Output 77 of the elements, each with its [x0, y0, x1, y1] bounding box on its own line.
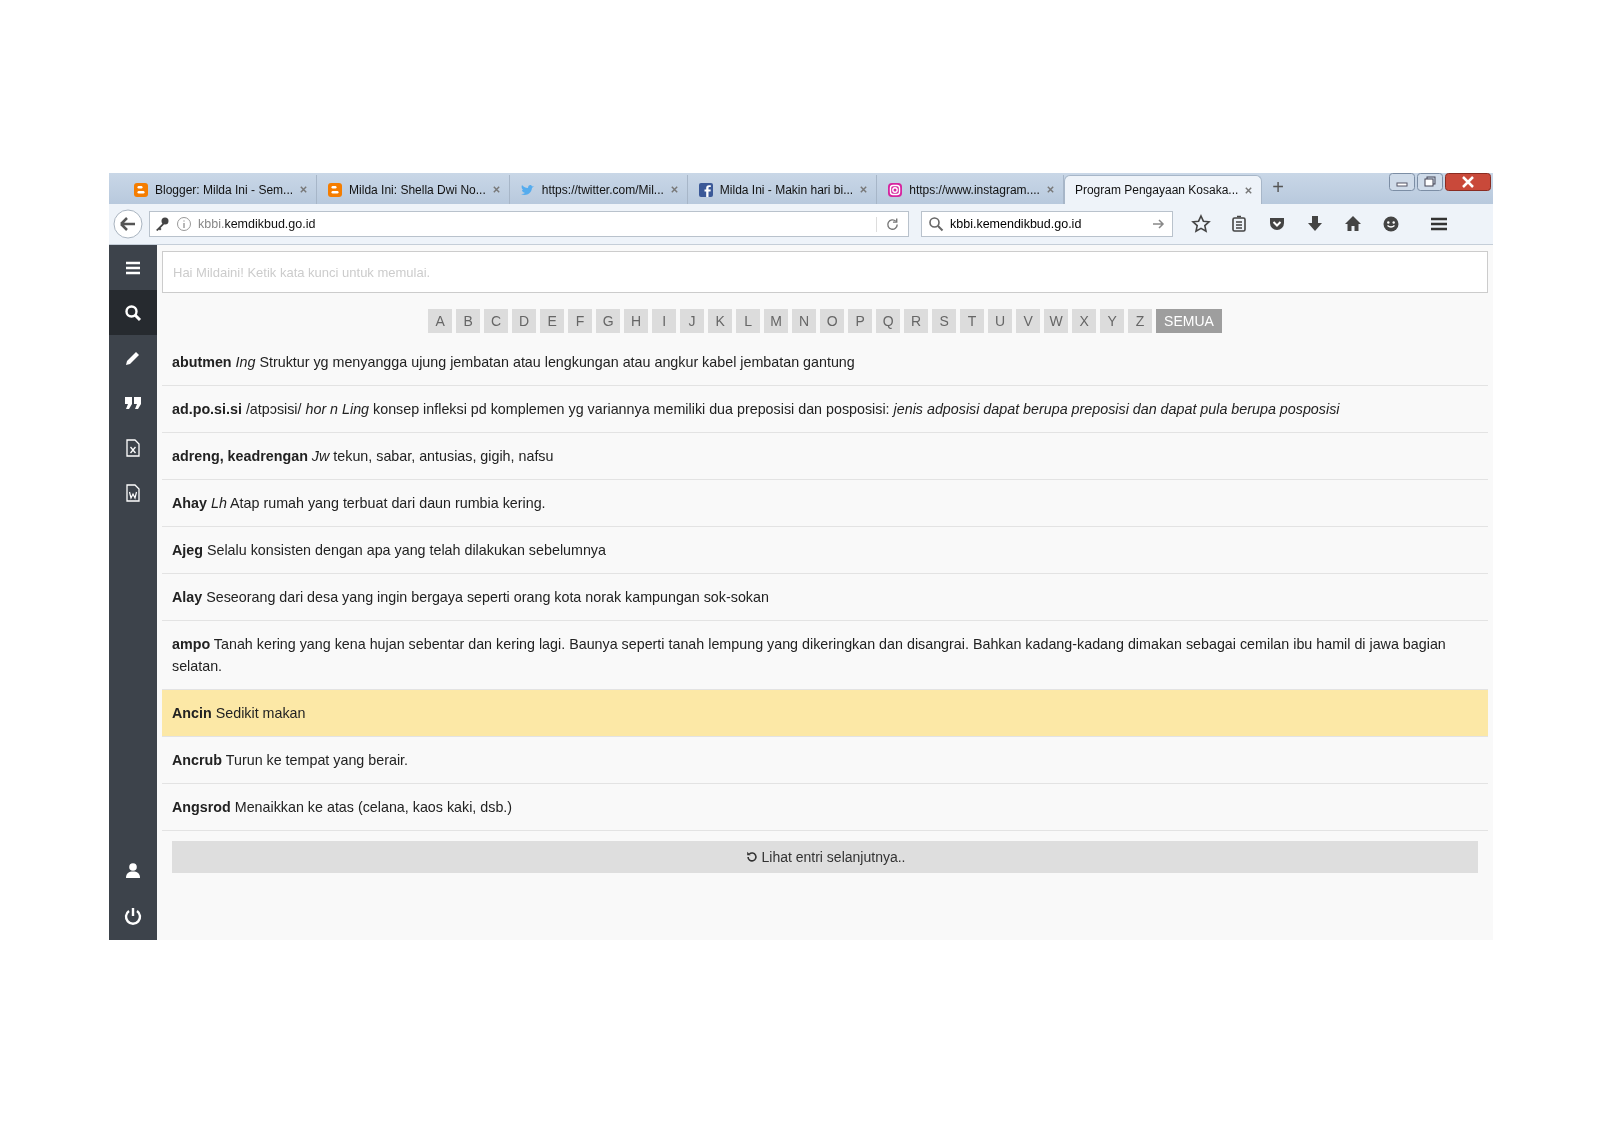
- dictionary-entry: Angsrod Menaikkan ke atas (celana, kaos kaki, dsb.): [162, 784, 1488, 831]
- url-text: kbbi.kemdikbud.go.id: [198, 217, 317, 231]
- close-icon[interactable]: [1244, 185, 1254, 195]
- spreadsheet-file-icon: [123, 437, 143, 458]
- search-icon: [928, 216, 944, 232]
- back-button[interactable]: [113, 209, 143, 239]
- letter-button[interactable]: G: [596, 309, 621, 333]
- letter-button[interactable]: F: [568, 309, 593, 333]
- letter-button[interactable]: Y: [1100, 309, 1125, 333]
- smiley-icon[interactable]: [1381, 214, 1401, 234]
- letter-button[interactable]: P: [848, 309, 873, 333]
- dictionary-entry: abutmen Ing Struktur yg menyangga ujung jembatan atau lengkungan atau angkur kabel jembatan gantung: [162, 339, 1488, 386]
- tab-title: Program Pengayaan Kosaka...: [1074, 183, 1239, 197]
- tab-title: Milda Ini: Shella Dwi No...: [349, 182, 486, 197]
- letter-button[interactable]: S: [932, 309, 957, 333]
- close-icon[interactable]: [859, 185, 869, 194]
- reload-icon[interactable]: [876, 216, 900, 232]
- close-icon[interactable]: [669, 185, 679, 194]
- letter-button[interactable]: C: [484, 309, 509, 333]
- letter-button[interactable]: K: [708, 309, 733, 333]
- letter-button[interactable]: A: [428, 309, 453, 333]
- search-bar[interactable]: kbbi.kemendikbud.go.id: [921, 211, 1173, 237]
- dictionary-entry: Ancrub Turun ke tempat yang berair.: [162, 737, 1488, 784]
- letter-button[interactable]: SEMUA: [1156, 309, 1222, 333]
- letter-button[interactable]: N: [792, 309, 817, 333]
- search-icon: [123, 302, 143, 323]
- dictionary-entry: Ajeg Selalu konsisten dengan apa yang telah dilakukan sebelumnya: [162, 527, 1488, 574]
- tab-title: https://twitter.com/Mil...: [541, 182, 664, 197]
- star-icon[interactable]: [1191, 214, 1211, 234]
- info-icon[interactable]: [176, 216, 192, 232]
- blogger-icon: [327, 181, 344, 198]
- search-value: kbbi.kemendikbud.go.id: [950, 217, 1083, 231]
- letter-button[interactable]: W: [1044, 309, 1069, 333]
- address-bar[interactable]: kbbi.kemdikbud.go.id: [149, 211, 909, 237]
- close-window-icon[interactable]: [1445, 173, 1491, 191]
- letter-button[interactable]: H: [624, 309, 649, 333]
- load-more-button[interactable]: Lihat entri selanjutnya..: [172, 841, 1478, 873]
- camera-icon: [887, 181, 904, 198]
- tab-title: Milda Ini - Makin hari bi...: [719, 182, 854, 197]
- letter-button[interactable]: J: [680, 309, 705, 333]
- facebook-icon: [697, 181, 714, 198]
- browser-tab[interactable]: Program Pengayaan Kosaka...: [1063, 175, 1263, 204]
- dictionary-entry: ad.po.si.si /atpɔsisi/ hor n Ling konsep infleksi pd komplemen yg variannya memiliki dua preposisi dan posposisi: jenis adposisi dapat berupa preposisi dan dapat pula berupa posposisi: [162, 386, 1488, 433]
- key-icon: [154, 216, 170, 232]
- letter-button[interactable]: T: [960, 309, 985, 333]
- letter-button[interactable]: Z: [1128, 309, 1153, 333]
- letter-button[interactable]: B: [456, 309, 481, 333]
- reading-list-icon[interactable]: [1229, 214, 1249, 234]
- letter-button[interactable]: I: [652, 309, 677, 333]
- letter-button[interactable]: O: [820, 309, 845, 333]
- dictionary-entry: adreng, keadrengan Jw tekun, sabar, antusias, gigih, nafsu: [162, 433, 1488, 480]
- letter-button[interactable]: V: [1016, 309, 1041, 333]
- letter-button[interactable]: D: [512, 309, 537, 333]
- dictionary-entry: Alay Seseorang dari desa yang ingin bergaya seperti orang kota norak kampungan sok-sokan: [162, 574, 1488, 621]
- user-icon: [123, 860, 143, 881]
- close-icon[interactable]: [1045, 185, 1055, 194]
- tab-title: https://www.instagram....: [909, 182, 1040, 197]
- reload-icon: [744, 850, 759, 864]
- sidebar-item[interactable]: [109, 290, 157, 335]
- letter-button[interactable]: R: [904, 309, 929, 333]
- document-file-icon: [123, 482, 143, 503]
- letter-button[interactable]: U: [988, 309, 1013, 333]
- new-tab-button[interactable]: +: [1262, 175, 1295, 202]
- letter-button[interactable]: E: [540, 309, 565, 333]
- home-icon[interactable]: [1343, 214, 1363, 234]
- letter-button[interactable]: L: [736, 309, 761, 333]
- letter-button[interactable]: X: [1072, 309, 1097, 333]
- restore-icon[interactable]: [1417, 173, 1443, 191]
- letter-button[interactable]: Q: [876, 309, 901, 333]
- tab-title: Blogger: Milda Ini - Sem...: [155, 182, 294, 197]
- dictionary-entry: Ancin Sedikit makan: [162, 690, 1488, 737]
- dictionary-entry: Ahay Lh Atap rumah yang terbuat dari daun rumbia kering.: [162, 480, 1488, 527]
- letter-button[interactable]: M: [764, 309, 789, 333]
- close-icon[interactable]: [491, 185, 501, 194]
- close-icon[interactable]: [299, 185, 309, 194]
- blogger-icon: [133, 181, 149, 198]
- power-icon: [123, 905, 143, 926]
